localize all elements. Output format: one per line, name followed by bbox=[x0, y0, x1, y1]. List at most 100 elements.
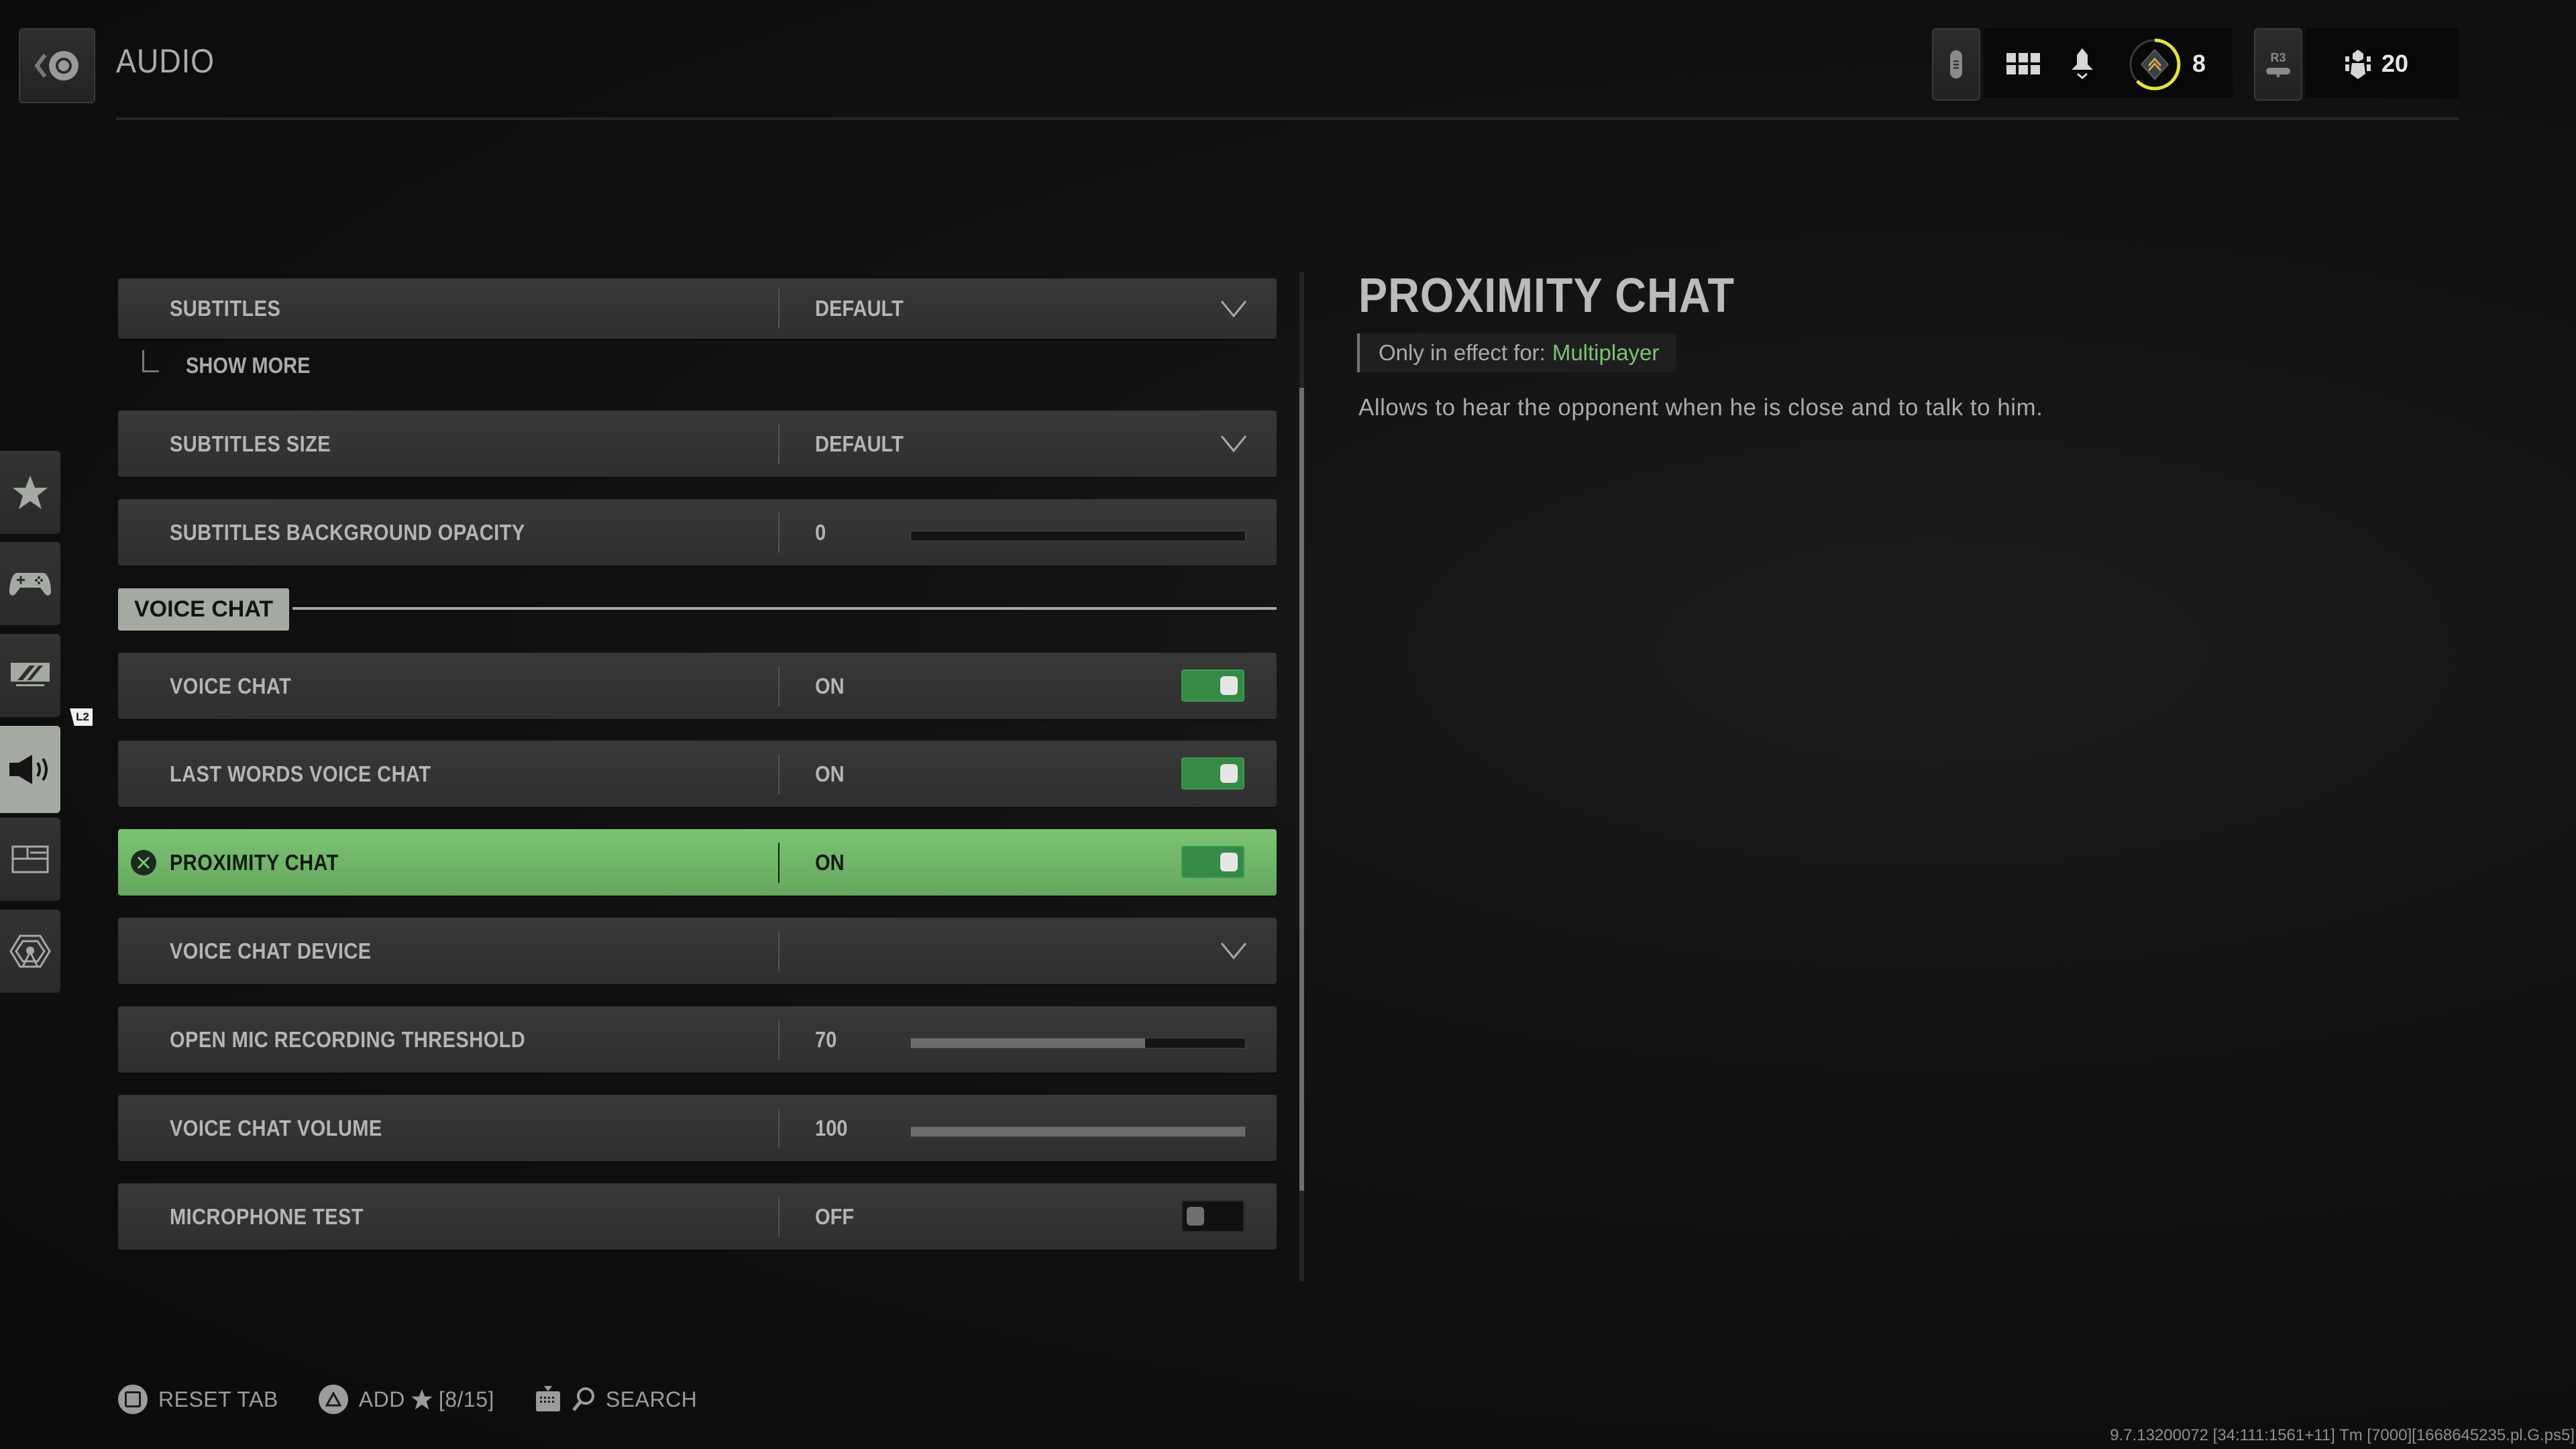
setting-label: PROXIMITY CHAT bbox=[170, 849, 339, 875]
setting-row-subtitles-size[interactable]: SUBTITLES SIZE DEFAULT bbox=[118, 411, 1277, 477]
sidebar-item-favorites[interactable] bbox=[0, 451, 60, 534]
voice-chat-toggle[interactable] bbox=[1181, 669, 1244, 702]
search-label: SEARCH bbox=[605, 1387, 698, 1411]
section-divider bbox=[292, 607, 1277, 610]
scrollbar[interactable] bbox=[1299, 272, 1304, 1281]
rank-icon[interactable] bbox=[2127, 36, 2183, 96]
chevron-down-icon[interactable] bbox=[1220, 433, 1247, 453]
show-more-label: SHOW MORE bbox=[186, 353, 311, 378]
setting-label: VOICE CHAT bbox=[170, 673, 292, 698]
grid-icon[interactable] bbox=[2006, 53, 2040, 79]
header-divider bbox=[116, 117, 2459, 120]
network-icon bbox=[9, 934, 51, 968]
reset-tab-button[interactable]: RESET TAB bbox=[118, 1385, 278, 1414]
slider-fill bbox=[911, 1127, 1245, 1136]
row-divider bbox=[778, 1108, 780, 1148]
row-divider bbox=[778, 1197, 780, 1237]
controller-menu-button[interactable] bbox=[1932, 28, 1980, 101]
setting-row-voice-chat-device[interactable]: VOICE CHAT DEVICE bbox=[118, 918, 1277, 984]
tag-mode: Multiplayer bbox=[1552, 340, 1660, 365]
square-button-icon bbox=[118, 1385, 148, 1414]
star-icon bbox=[13, 476, 48, 509]
add-favorite-button[interactable]: ADD [8/15] bbox=[318, 1385, 494, 1414]
r3-label: R3 bbox=[2270, 50, 2286, 64]
setting-value: OFF bbox=[815, 1203, 855, 1229]
triangle-button-icon bbox=[318, 1385, 348, 1414]
r3-button[interactable]: R3 bbox=[2254, 28, 2302, 101]
setting-row-microphone-test[interactable]: MICROPHONE TEST OFF bbox=[118, 1183, 1277, 1250]
row-divider bbox=[778, 424, 780, 464]
setting-label: LAST WORDS VOICE CHAT bbox=[170, 761, 431, 786]
tag-prefix: Only in effect for: bbox=[1379, 340, 1546, 365]
setting-value: ON bbox=[815, 761, 845, 786]
build-info: 9.7.13200072 [34:111:1561+11] Tm [7000][… bbox=[2110, 1426, 2575, 1444]
row-divider bbox=[778, 1020, 780, 1060]
chevron-down-icon[interactable] bbox=[1220, 299, 1247, 319]
setting-label: VOICE CHAT DEVICE bbox=[170, 938, 372, 963]
search-button[interactable]: SEARCH bbox=[535, 1386, 697, 1413]
setting-row-voice-chat-volume[interactable]: VOICE CHAT VOLUME 100 bbox=[118, 1095, 1277, 1161]
social-icon[interactable] bbox=[2344, 48, 2372, 84]
speaker-icon bbox=[9, 755, 48, 784]
description-text: Allows to hear the opponent when he is c… bbox=[1358, 394, 2043, 421]
opacity-slider[interactable] bbox=[910, 531, 1246, 541]
last-words-toggle[interactable] bbox=[1181, 757, 1244, 790]
setting-row-subtitles[interactable]: SUBTITLES DEFAULT bbox=[118, 278, 1277, 339]
sidebar-item-graphics[interactable] bbox=[0, 634, 60, 717]
bell-icon[interactable] bbox=[2068, 47, 2097, 84]
scrollbar-thumb[interactable] bbox=[1299, 388, 1304, 1191]
description-title: PROXIMITY CHAT bbox=[1358, 269, 1735, 323]
back-button[interactable] bbox=[19, 28, 95, 103]
setting-label: SUBTITLES bbox=[170, 296, 281, 321]
sidebar-item-network[interactable] bbox=[0, 910, 60, 993]
rank-level: 8 bbox=[2192, 50, 2206, 77]
setting-label: MICROPHONE TEST bbox=[170, 1203, 364, 1229]
microphone-test-toggle[interactable] bbox=[1181, 1200, 1244, 1232]
volume-slider[interactable] bbox=[910, 1126, 1246, 1137]
toggle-knob bbox=[1187, 1207, 1204, 1226]
cross-button-icon bbox=[131, 850, 156, 875]
row-divider bbox=[778, 754, 780, 794]
tree-branch-icon bbox=[142, 350, 159, 372]
setting-row-proximity-chat[interactable]: PROXIMITY CHAT ON bbox=[118, 829, 1277, 896]
chevron-down-icon[interactable] bbox=[1220, 941, 1247, 961]
interface-icon bbox=[11, 845, 49, 873]
setting-value: ON bbox=[815, 849, 845, 875]
setting-value: DEFAULT bbox=[815, 431, 904, 456]
row-divider bbox=[778, 666, 780, 706]
keyboard-icon bbox=[535, 1386, 560, 1411]
toggle-knob bbox=[1220, 764, 1238, 783]
toggle-knob bbox=[1220, 676, 1238, 695]
gamepad-icon bbox=[9, 573, 51, 596]
page-title: AUDIO bbox=[116, 42, 215, 80]
setting-label: SUBTITLES BACKGROUND OPACITY bbox=[170, 519, 525, 545]
row-divider bbox=[778, 931, 780, 971]
setting-label: VOICE CHAT VOLUME bbox=[170, 1115, 382, 1140]
setting-row-subtitles-bg-opacity[interactable]: SUBTITLES BACKGROUND OPACITY 0 bbox=[118, 499, 1277, 566]
setting-value: 70 bbox=[815, 1026, 837, 1052]
threshold-slider[interactable] bbox=[910, 1038, 1246, 1049]
show-more-link[interactable]: SHOW MORE bbox=[142, 350, 327, 378]
l2-badge: L2 bbox=[70, 708, 93, 726]
row-divider bbox=[778, 843, 780, 883]
setting-row-last-words-voice-chat[interactable]: LAST WORDS VOICE CHAT ON bbox=[118, 741, 1277, 807]
sidebar-item-controller[interactable] bbox=[0, 542, 60, 625]
sidebar-item-interface[interactable] bbox=[0, 818, 60, 901]
setting-row-voice-chat[interactable]: VOICE CHAT ON bbox=[118, 653, 1277, 719]
setting-value: 0 bbox=[815, 519, 826, 545]
display-icon bbox=[11, 663, 50, 686]
setting-label: OPEN MIC RECORDING THRESHOLD bbox=[170, 1026, 526, 1052]
search-icon bbox=[572, 1387, 594, 1411]
sidebar-item-audio[interactable] bbox=[0, 726, 60, 813]
setting-value: DEFAULT bbox=[815, 296, 904, 321]
slider-fill bbox=[911, 1038, 1145, 1048]
favorite-count: [8/15] bbox=[438, 1387, 494, 1411]
section-title: VOICE CHAT bbox=[118, 588, 290, 631]
setting-row-open-mic-threshold[interactable]: OPEN MIC RECORDING THRESHOLD 70 bbox=[118, 1006, 1277, 1073]
row-divider bbox=[778, 288, 780, 329]
toggle-knob bbox=[1220, 853, 1238, 871]
mode-restriction-tag: Only in effect for: Multiplayer bbox=[1357, 333, 1677, 372]
r3-stick-icon bbox=[2266, 67, 2290, 77]
controller-menu-icon bbox=[1950, 50, 1962, 78]
proximity-chat-toggle[interactable] bbox=[1181, 846, 1244, 878]
